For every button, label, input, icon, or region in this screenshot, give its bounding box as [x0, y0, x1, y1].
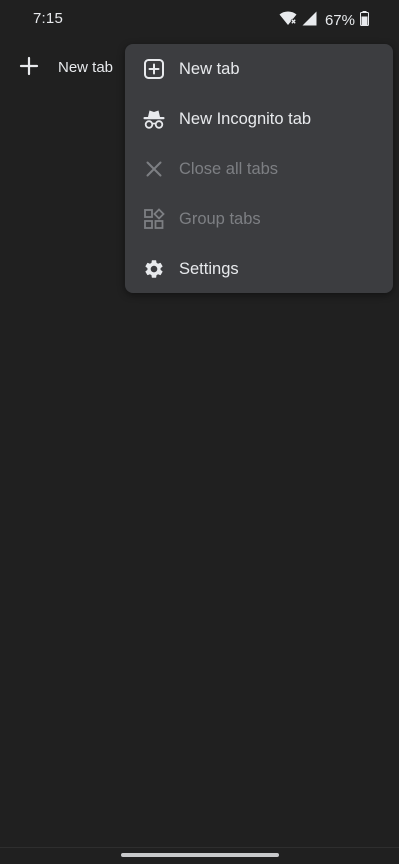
- overflow-menu: New tab New Incognito tab Close all tabs: [125, 44, 393, 293]
- group-tabs-icon: [141, 206, 167, 232]
- menu-item-settings[interactable]: Settings: [125, 244, 393, 294]
- gesture-nav-handle[interactable]: [121, 853, 279, 857]
- close-icon: [141, 156, 167, 182]
- nav-divider: [0, 847, 399, 848]
- signal-icon: [302, 11, 317, 31]
- battery-icon: [360, 10, 369, 31]
- menu-item-label: Close all tabs: [179, 159, 279, 178]
- menu-item-label: New tab: [179, 59, 240, 78]
- new-tab-button[interactable]: [16, 55, 42, 81]
- plus-icon: [19, 56, 39, 81]
- menu-item-group-tabs[interactable]: Group tabs: [125, 194, 393, 244]
- gear-icon: [141, 256, 167, 282]
- new-tab-icon: [141, 56, 167, 82]
- menu-item-close-all-tabs[interactable]: Close all tabs: [125, 144, 393, 194]
- menu-item-label: Group tabs: [179, 209, 261, 228]
- menu-item-label: New Incognito tab: [179, 109, 312, 128]
- status-time: 7:15: [33, 10, 63, 27]
- wifi-icon: [279, 10, 297, 31]
- new-tab-label[interactable]: New tab: [58, 59, 113, 76]
- incognito-icon: [141, 106, 167, 132]
- menu-item-new-incognito-tab[interactable]: New Incognito tab: [125, 94, 393, 144]
- menu-item-new-tab[interactable]: New tab: [125, 44, 393, 94]
- status-bar: 7:15 67%: [0, 0, 399, 38]
- status-icons: 67%: [279, 10, 369, 31]
- menu-item-label: Settings: [179, 259, 239, 278]
- battery-percent: 67%: [324, 12, 355, 29]
